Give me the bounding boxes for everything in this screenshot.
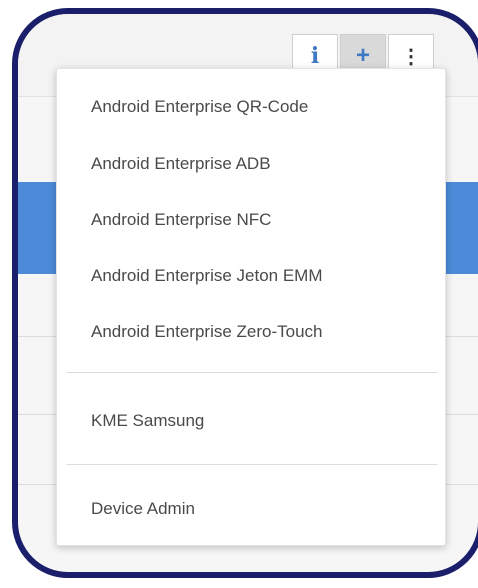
enrollment-dropdown-menu: Android Enterprise QR-Code Android Enter… (56, 68, 446, 546)
plus-icon: + (355, 42, 370, 69)
menu-item-ae-zero-touch[interactable]: Android Enterprise Zero-Touch (91, 312, 435, 352)
menu-item-ae-adb[interactable]: Android Enterprise ADB (91, 144, 435, 184)
info-icon: i (310, 43, 320, 69)
menu-separator (67, 464, 437, 465)
more-icon: ⋮ (401, 45, 421, 68)
menu-item-kme-samsung[interactable]: KME Samsung (91, 401, 435, 441)
menu-item-ae-jeton-emm[interactable]: Android Enterprise Jeton EMM (91, 256, 435, 296)
menu-item-ae-qr-code[interactable]: Android Enterprise QR-Code (91, 87, 435, 127)
menu-item-ae-nfc[interactable]: Android Enterprise NFC (91, 200, 435, 240)
menu-separator (67, 372, 437, 373)
menu-item-device-admin[interactable]: Device Admin (91, 489, 435, 529)
